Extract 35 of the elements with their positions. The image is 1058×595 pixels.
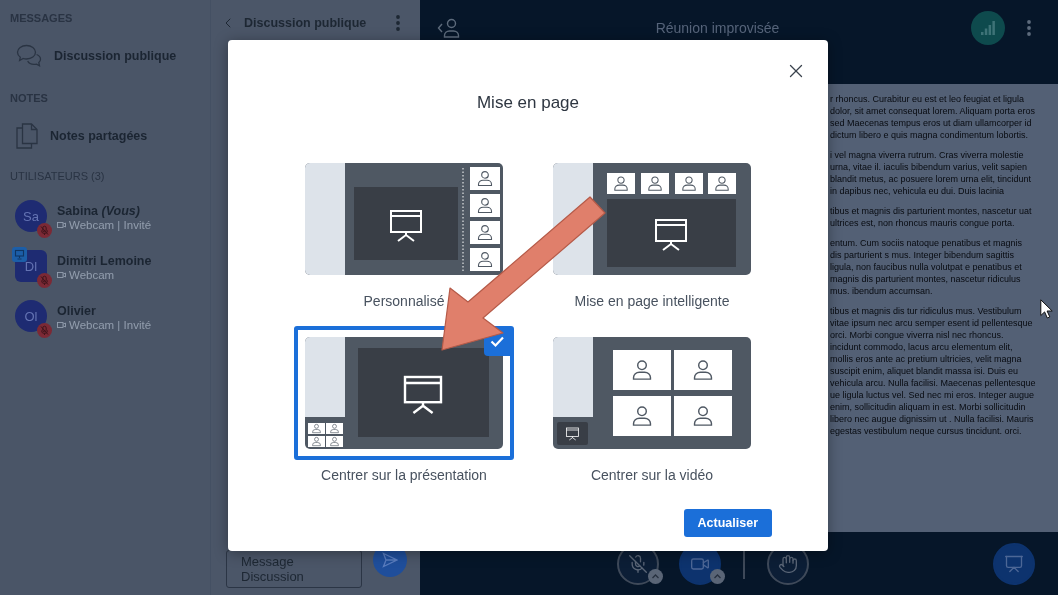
- webcam-icon: [57, 322, 66, 328]
- document-paragraph: r rhoncus. Curabitur eu est et leo feugiat et ligula dolor, sit amet consequat lorem. Aliquam porta eros sed Maecenas tempus eros ut diam ullamcorper id dictum libero e quis magna condimentum lobortis.: [830, 93, 1036, 141]
- webcam-icon: [57, 222, 66, 228]
- user-status: Webcam: [69, 268, 115, 282]
- user-status: Webcam | Invité: [69, 318, 152, 332]
- caret-icon[interactable]: [648, 568, 663, 584]
- user-status: Webcam | Invité: [69, 218, 152, 232]
- document-paragraph: tibus et magnis dis tur ridiculus mus. Vestibulum vitae ipsum nec arcu semper esent id pellentesque orci. Morbi congue viverra nisl nec rhoncus. incidunt commodo, lacus arcu elementum elit, mollis eros ante ac pretium ultricies, velit magna suscipit enim, aliquet blandit massa isi. Duis eu vehicula arcu. Nulla facilisi. Maecenas pellentesque ue ligula luctus vel. Sed nec mi eros. Integer augue enim, sollicitudin aliquam in est. Morbi sollicitudin libero nec augue dignissim ut . Nulla facilisi. Mauris egestas vestibulum neque cursus tincidunt. orci.: [830, 305, 1036, 437]
- hand-icon: [778, 553, 798, 574]
- layout-option-label: Mise en page intelligente: [574, 293, 730, 309]
- user-avatar[interactable]: Ol: [15, 300, 47, 332]
- more-options-icon: [396, 15, 400, 31]
- layout-option-label: Personnalisé: [363, 293, 445, 309]
- layout-option[interactable]: [294, 326, 514, 460]
- user-avatar[interactable]: Sa: [15, 200, 47, 232]
- send-icon: [382, 552, 398, 568]
- update-button[interactable]: Actualiser: [683, 509, 772, 537]
- document-paragraph: entum. Cum sociis natoque penatibus et magnis dis parturient s mus. Integer bibendum sagittis ligula, non faucibus nulla volutpat e penatibus et magnis dis parturient montes, nascetur ridiculus mus. ibendum accumsan.: [830, 237, 1024, 297]
- more-options-icon: [1027, 20, 1031, 36]
- presentation-icon: [1004, 553, 1024, 574]
- signal-bars-icon: [981, 21, 995, 35]
- caret-icon[interactable]: [710, 568, 725, 584]
- webcam-icon: [57, 272, 66, 278]
- notes-icon: [16, 123, 38, 149]
- connection-status-button[interactable]: [971, 11, 1005, 45]
- layout-option-label: Centrer sur la vidéo: [590, 467, 714, 483]
- layout-option-label: Centrer sur la présentation: [321, 467, 487, 483]
- chat-icon: [16, 44, 42, 68]
- dialog-title: Mise en page: [476, 92, 580, 114]
- user-list-icon: [437, 18, 461, 38]
- microphone-off-icon: [628, 553, 648, 574]
- mouse-pointer-icon: [1040, 299, 1053, 319]
- document-paragraph: tibus et magnis dis parturient montes, nascetur uat ultrices est, non rhoncus mauris congue porta.: [830, 205, 1033, 229]
- presentation-button[interactable]: [993, 542, 1035, 585]
- meeting-title: Réunion improvisée: [655, 20, 780, 36]
